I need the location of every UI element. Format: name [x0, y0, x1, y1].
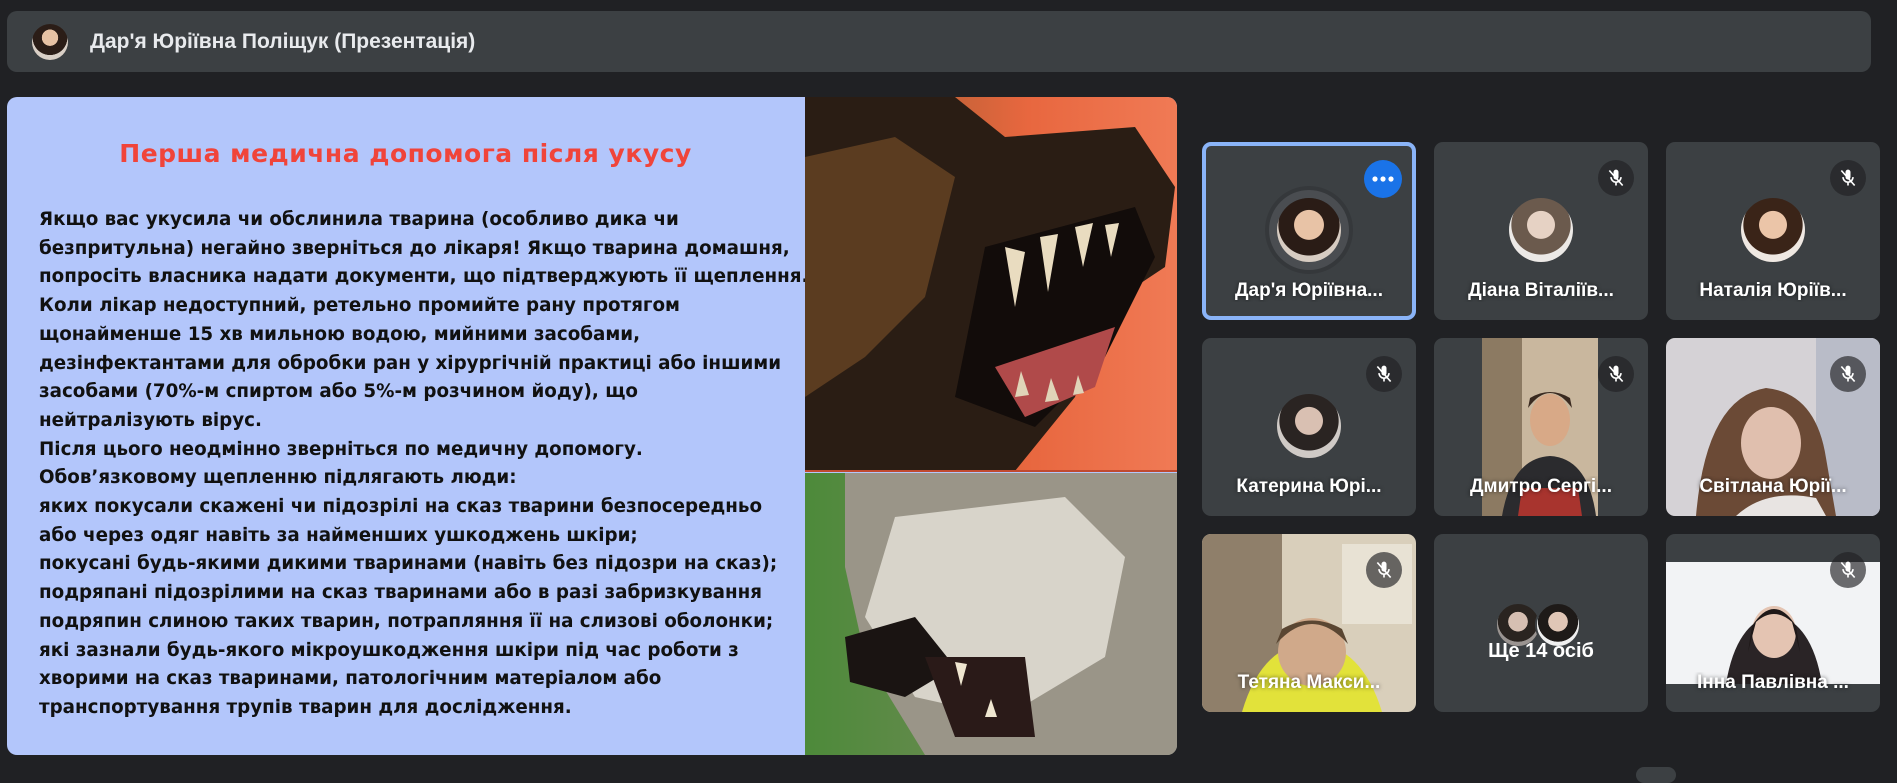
slide-line: попросіть власника надати документи, що …: [39, 266, 809, 288]
slide-body: Якщо вас укусила чи обслинила тварина (о…: [39, 206, 809, 723]
slide-line: яких покусали скажені чи підозрілі на ск…: [39, 496, 763, 518]
muted-mic-icon: [1598, 160, 1634, 196]
muted-mic-icon: [1830, 356, 1866, 392]
slide-line: Якщо вас укусила чи обслинила тварина (о…: [39, 209, 679, 230]
slide-line: які зазнали будь-якого мікроушкодження ш…: [39, 639, 739, 661]
slide-line: дезінфектантами для обробки ран у хірург…: [39, 352, 782, 374]
participant-avatar: [1741, 198, 1805, 262]
participant-avatar: [1509, 198, 1573, 262]
slide-line: Обов’язковому щепленню підлягають люди:: [39, 467, 517, 489]
snarling-dog-wolf-image: [805, 97, 1177, 755]
slide-line: безпритульна) негайно зверніться до ліка…: [39, 237, 790, 259]
more-options-button[interactable]: [1364, 160, 1402, 198]
slide-animal-images: [805, 97, 1177, 755]
slide-line: нейтралізують вірус.: [39, 409, 262, 431]
more-participants-tile[interactable]: Ще 14 осіб: [1434, 534, 1648, 712]
muted-mic-icon: [1830, 160, 1866, 196]
participant-name: Дар'я Юріївна...: [1235, 280, 1383, 301]
participant-name: Дмитро Сергі...: [1470, 476, 1612, 497]
participant-tile[interactable]: Дар'я Юріївна...: [1202, 142, 1416, 320]
slide-line: транспортування трупів тварин для дослід…: [39, 696, 572, 718]
participant-tile[interactable]: Інна Павлівна ...: [1666, 534, 1880, 712]
scroll-indicator[interactable]: [1636, 767, 1676, 783]
slide-line: щонайменше 15 хв мильною водою, мийними …: [39, 323, 641, 345]
slide-line: покусані будь-якими дикими тваринами (на…: [39, 553, 778, 575]
participant-avatar: [1277, 394, 1341, 458]
presentation-slide: Перша медична допомога після укусу Якщо …: [7, 97, 1177, 755]
muted-mic-icon: [1366, 356, 1402, 392]
slide-line: Після цього неодмінно зверніться по меди…: [39, 438, 643, 460]
participant-avatar: [1277, 198, 1341, 262]
participant-name: Тетяна Макси...: [1237, 672, 1381, 693]
participant-tile[interactable]: Катерина Юрі...: [1202, 338, 1416, 516]
participant-tile[interactable]: Світлана Юрії...: [1666, 338, 1880, 516]
slide-line: або через одяг навіть за найменших ушкод…: [39, 524, 638, 546]
participant-name: Світлана Юрії...: [1699, 476, 1847, 497]
participant-name: Інна Павлівна ...: [1697, 672, 1849, 693]
slide-title: Перша медична допомога після укусу: [119, 139, 692, 168]
slide-line: засобами (70%-м спиртом або 5%-м розчино…: [39, 381, 638, 403]
slide-line: подряпані підозрілими на сказ тваринами …: [39, 582, 763, 604]
muted-mic-icon: [1830, 552, 1866, 588]
participant-tile[interactable]: Дмитро Сергі...: [1434, 338, 1648, 516]
more-dots-icon: [1372, 176, 1394, 182]
more-participants-label: Ще 14 осіб: [1488, 640, 1594, 662]
participant-name: Катерина Юрі...: [1236, 476, 1382, 497]
presenter-avatar: [32, 23, 68, 60]
presenter-bar: Дар'я Юріївна Поліщук (Презентація): [7, 11, 1871, 72]
slide-text-panel: Перша медична допомога після укусу Якщо …: [7, 97, 808, 755]
presenter-title: Дар'я Юріївна Поліщук (Презентація): [90, 29, 476, 53]
slide-line: подряпин слиною таких тварин, потраплянн…: [39, 610, 774, 632]
participant-tile[interactable]: Діана Віталіїв...: [1434, 142, 1648, 320]
muted-mic-icon: [1598, 356, 1634, 392]
participant-tile[interactable]: Тетяна Макси...: [1202, 534, 1416, 712]
participant-tile[interactable]: Наталія Юріїв...: [1666, 142, 1880, 320]
participant-name: Діана Віталіїв...: [1468, 280, 1614, 301]
muted-mic-icon: [1366, 552, 1402, 588]
participant-name: Наталія Юріїв...: [1699, 280, 1847, 301]
slide-line: хворими на сказ тваринами, патологічним …: [39, 668, 662, 690]
slide-line: Коли лікар недоступний, ретельно промийт…: [39, 295, 680, 317]
